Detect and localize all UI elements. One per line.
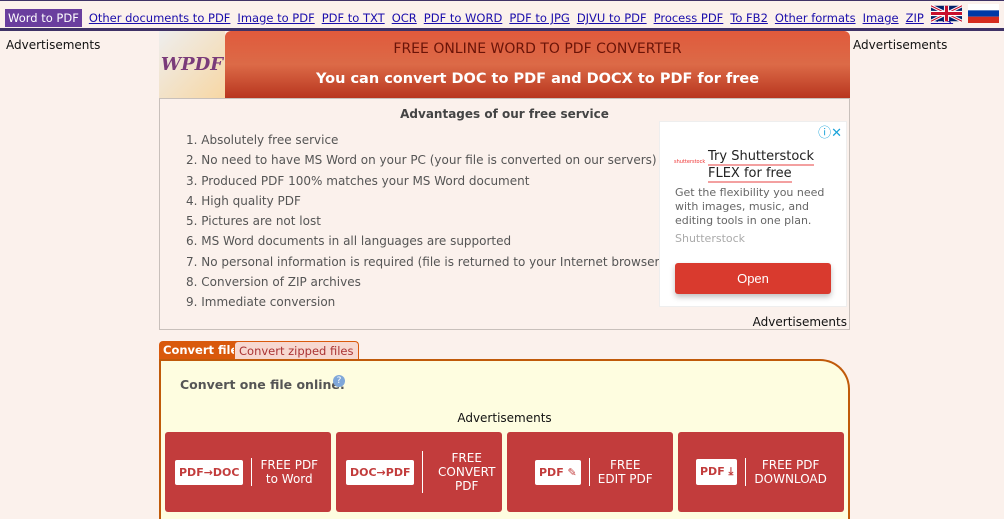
tile-line1: FREE	[451, 451, 482, 465]
ad-tile-pdf-to-word[interactable]: PDF→DOC FREE PDF to Word	[165, 432, 331, 512]
ad-source: Shutterstock	[675, 232, 746, 245]
advantage-item: 9. Immediate conversion	[186, 295, 336, 310]
nav-pdf-to-jpg[interactable]: PDF to JPG	[509, 11, 570, 25]
nav-word-to-pdf[interactable]: Word to PDF	[5, 9, 82, 27]
nav-process-pdf[interactable]: Process PDF	[654, 11, 724, 25]
pdf-download-icon: PDF ⤓	[696, 459, 738, 485]
ad-tile-edit-pdf[interactable]: PDF ✎ FREE EDIT PDF	[507, 432, 673, 512]
advantages-box: Advantages of our free service 1. Absolu…	[159, 98, 850, 330]
nav-other-documents[interactable]: Other documents to PDF	[89, 11, 231, 25]
top-nav: Word to PDF Other documents to PDF Image…	[0, 0, 1004, 31]
convert-label: Convert one file online:	[180, 377, 345, 392]
ads-label: Advertisements	[457, 411, 552, 425]
advantage-item: 8. Conversion of ZIP archives	[186, 275, 361, 290]
convert-panel: Convert one file online: ? Advertisement…	[159, 359, 850, 519]
ad-tile-pdf-download[interactable]: PDF ⤓ FREE PDF DOWNLOAD	[678, 432, 844, 512]
nav-ocr[interactable]: OCR	[392, 11, 417, 25]
ad-headline-line1[interactable]: Try Shutterstock	[708, 149, 814, 166]
nav-to-fb2[interactable]: To FB2	[730, 11, 768, 25]
nav-image[interactable]: Image	[863, 11, 899, 25]
uk-flag-icon[interactable]	[931, 4, 962, 23]
ads-label: Advertisements	[752, 315, 847, 329]
nav-djvu-to-pdf[interactable]: DJVU to PDF	[577, 11, 647, 25]
shutterstock-ad[interactable]: ⓘ✕ shutterstock Try Shutterstock FLEX for…	[659, 121, 847, 307]
tab-convert-file[interactable]: Convert file	[159, 341, 243, 359]
tile-line2: DOWNLOAD	[754, 472, 827, 486]
tile-line1: FREE PDF	[260, 458, 319, 472]
tile-text: FREE EDIT PDF	[588, 458, 653, 486]
advantage-item: 7. No personal information is required (…	[186, 254, 665, 269]
ad-description: Get the flexibility you need with images…	[675, 186, 825, 227]
header-banner: WPDF FREE ONLINE WORD TO PDF CONVERTER Y…	[159, 31, 850, 98]
advantage-item: 3. Produced PDF 100% matches your MS Wor…	[186, 173, 530, 188]
nav-pdf-to-txt[interactable]: PDF to TXT	[322, 11, 385, 25]
page-subtitle: You can convert DOC to PDF and DOCX to P…	[315, 71, 760, 87]
doc-to-pdf-icon: DOC→PDF	[346, 459, 415, 485]
ad-open-button[interactable]: Open	[675, 263, 831, 294]
nav-pdf-to-word[interactable]: PDF to WORD	[424, 11, 503, 25]
right-ads-label: Advertisements	[853, 38, 948, 52]
ad-info-close-icon[interactable]: ⓘ✕	[818, 122, 842, 141]
russia-flag-icon[interactable]	[968, 4, 999, 23]
advantage-item: 4. High quality PDF	[186, 193, 301, 208]
tile-line2: EDIT PDF	[597, 472, 653, 486]
pdf-to-doc-icon: PDF→DOC	[175, 459, 244, 485]
page-title: FREE ONLINE WORD TO PDF CONVERTER	[393, 41, 682, 57]
tab-convert-zipped[interactable]: Convert zipped files	[234, 341, 359, 359]
ad-brand-logo: shutterstock	[674, 159, 706, 165]
ad-headline[interactable]: Try Shutterstock FLEX for free	[708, 148, 814, 183]
ad-tile-convert-pdf[interactable]: DOC→PDF FREE CONVERT PDF	[336, 432, 502, 512]
left-ads-label: Advertisements	[6, 38, 101, 52]
pdf-edit-icon: PDF ✎	[535, 459, 581, 485]
nav-other-formats[interactable]: Other formats	[775, 11, 856, 25]
tile-line2: CONVERT PDF	[438, 465, 496, 493]
advantage-item: 5. Pictures are not lost	[186, 214, 321, 229]
tile-text: FREE PDF DOWNLOAD	[745, 458, 827, 486]
nav-image-to-pdf[interactable]: Image to PDF	[237, 11, 314, 25]
tile-line2: to Word	[265, 472, 313, 486]
advantage-item: 6. MS Word documents in all languages ar…	[186, 234, 512, 249]
advantage-item: 1. Absolutely free service	[186, 133, 339, 147]
ad-headline-line2[interactable]: FLEX for free	[708, 166, 792, 183]
tile-text: FREE CONVERT PDF	[422, 451, 502, 493]
banner-title-area: FREE ONLINE WORD TO PDF CONVERTER You ca…	[225, 31, 850, 98]
tile-line1: FREE	[610, 458, 641, 472]
tile-line1: FREE PDF	[761, 458, 820, 472]
tile-text: FREE PDF to Word	[251, 458, 318, 486]
advantages-list: 1. Absolutely free service 2. No need to…	[186, 133, 664, 316]
help-icon[interactable]: ?	[333, 375, 345, 387]
advantages-title: Advantages of our free service	[400, 107, 609, 121]
site-logo[interactable]: WPDF	[159, 31, 225, 98]
nav-zip[interactable]: ZIP	[906, 11, 924, 25]
advantage-item: 2. No need to have MS Word on your PC (y…	[186, 153, 657, 168]
